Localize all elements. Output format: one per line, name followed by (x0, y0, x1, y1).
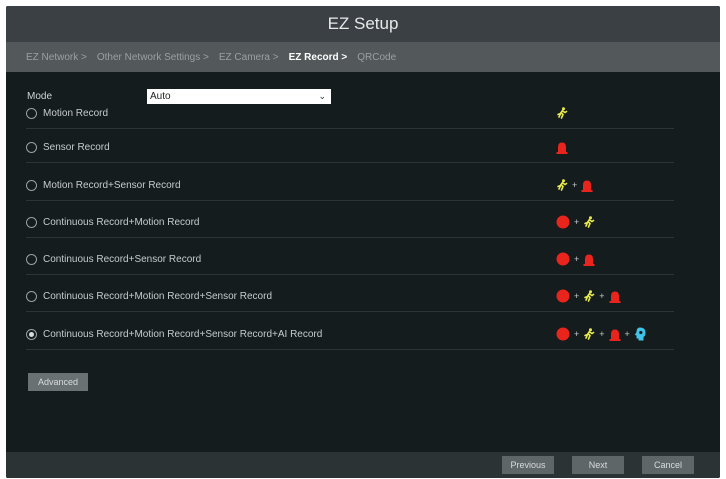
motion-icon (583, 290, 595, 302)
breadcrumb-qrcode[interactable]: QRCode (357, 52, 396, 63)
record-dot-icon (556, 327, 570, 341)
alarm-icon (556, 141, 568, 154)
title-bar: EZ Setup (6, 6, 720, 42)
record-option-icons (556, 98, 568, 128)
motion-icon (556, 107, 568, 119)
record-option-icons: + + (556, 281, 621, 311)
alarm-icon (609, 328, 621, 341)
plus-sign: + (624, 329, 630, 339)
record-option-label: Motion Record+Sensor Record (43, 179, 181, 191)
ai-head-icon (634, 327, 646, 341)
record-option-5[interactable]: Continuous Record+Sensor Record + (26, 244, 674, 275)
record-option-icons: + (556, 244, 595, 274)
alarm-icon (609, 290, 621, 303)
record-dot-icon (556, 252, 570, 266)
record-option-label: Sensor Record (43, 141, 110, 153)
record-option-label: Continuous Record+Motion Record (43, 216, 200, 228)
record-option-label: Motion Record (43, 107, 109, 119)
breadcrumb-ez-camera[interactable]: EZ Camera > (219, 52, 279, 63)
alarm-icon (583, 253, 595, 266)
motion-icon (556, 179, 568, 191)
record-option-radio[interactable] (26, 253, 37, 265)
record-option-6[interactable]: Continuous Record+Motion Record+Sensor R… (26, 281, 674, 312)
footer-bar: Previous Next Cancel (6, 452, 720, 478)
window-title: EZ Setup (327, 14, 399, 33)
next-button[interactable]: Next (572, 456, 624, 474)
plus-sign: + (574, 254, 580, 264)
record-option-radio[interactable] (26, 216, 37, 228)
breadcrumb-ez-network[interactable]: EZ Network > (26, 52, 87, 63)
record-option-radio[interactable] (26, 107, 37, 119)
record-option-label: Continuous Record+Motion Record+Sensor R… (43, 328, 323, 340)
breadcrumb-other-network-settings[interactable]: Other Network Settings > (97, 52, 209, 63)
record-option-radio[interactable] (26, 141, 37, 153)
record-option-label: Continuous Record+Motion Record+Sensor R… (43, 290, 273, 302)
cancel-button[interactable]: Cancel (642, 456, 694, 474)
record-option-3[interactable]: Motion Record+Sensor Record + (26, 170, 674, 201)
plus-sign: + (572, 180, 578, 190)
record-option-icons (556, 132, 568, 162)
plus-sign: + (599, 291, 605, 301)
record-dot-icon (556, 289, 570, 303)
motion-icon (583, 328, 595, 340)
breadcrumb-ez-record[interactable]: EZ Record > (289, 52, 348, 63)
record-option-1[interactable]: Motion Record (26, 98, 674, 129)
record-option-radio[interactable] (26, 179, 37, 191)
plus-sign: + (599, 329, 605, 339)
record-option-icons: + (556, 207, 595, 237)
plus-sign: + (574, 291, 580, 301)
record-option-icons: + (556, 170, 593, 200)
record-option-4[interactable]: Continuous Record+Motion Record + (26, 207, 674, 238)
previous-button[interactable]: Previous (502, 456, 554, 474)
record-option-radio[interactable] (26, 290, 37, 302)
motion-icon (583, 216, 595, 228)
record-option-2[interactable]: Sensor Record (26, 132, 674, 163)
advanced-button[interactable]: Advanced (28, 373, 88, 391)
plus-sign: + (574, 217, 580, 227)
record-dot-icon (556, 215, 570, 229)
ez-setup-window: EZ Setup EZ Network > Other Network Sett… (6, 6, 720, 478)
record-option-radio[interactable] (26, 328, 37, 340)
record-option-label: Continuous Record+Sensor Record (43, 253, 202, 265)
plus-sign: + (574, 329, 580, 339)
record-option-7[interactable]: Continuous Record+Motion Record+Sensor R… (26, 319, 674, 350)
breadcrumb: EZ Network > Other Network Settings > EZ… (6, 42, 720, 72)
alarm-icon (581, 179, 593, 192)
record-option-icons: + + + (556, 319, 646, 349)
